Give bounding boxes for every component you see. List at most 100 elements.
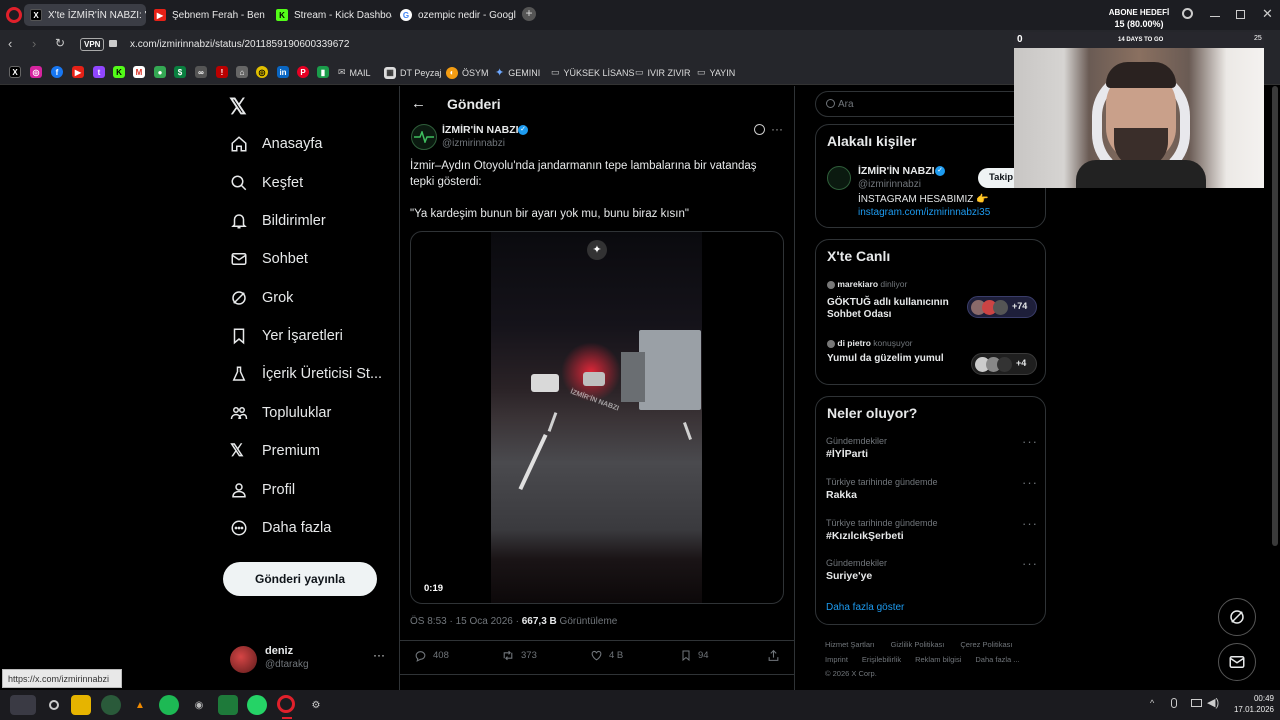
footer-link[interactable]: Gizlilik Politikası <box>891 640 945 649</box>
related-avatar[interactable] <box>827 166 851 190</box>
facebook-bookmark-icon[interactable]: f <box>51 66 63 78</box>
repost-button[interactable]: 373 <box>501 649 537 662</box>
pinterest-bookmark-icon[interactable]: P <box>297 66 309 78</box>
nav-messages[interactable]: Sohbet <box>230 244 308 274</box>
page-scrollbar[interactable] <box>1272 86 1278 546</box>
back-arrow-icon[interactable]: ← <box>411 95 426 112</box>
like-button[interactable]: 4 B <box>590 649 623 662</box>
settings-icon[interactable]: ⚙ <box>306 695 326 715</box>
footer-link[interactable]: Erişilebilirlik <box>862 655 901 664</box>
xbox-app-icon[interactable] <box>218 695 238 715</box>
bookmark-yayin[interactable]: ▭ YAYIN <box>697 65 735 80</box>
x-bookmark-icon[interactable]: X <box>9 66 21 78</box>
back-icon[interactable]: ‹ <box>8 36 12 51</box>
whatsapp-icon[interactable] <box>247 695 267 715</box>
forward-icon[interactable]: › <box>32 36 36 51</box>
file-explorer-icon[interactable] <box>71 695 91 715</box>
trend-item[interactable]: Gündemdekiler #İYİParti <box>826 436 887 460</box>
linkedin-bookmark-icon[interactable]: in <box>277 66 289 78</box>
twitch-bookmark-icon[interactable]: t <box>93 66 105 78</box>
bookmark-gemini[interactable]: ✦ GEMINI <box>495 65 540 80</box>
messages-float-button[interactable] <box>1218 643 1256 681</box>
youtube-bookmark-icon[interactable]: ▶ <box>72 66 84 78</box>
tab-izmir[interactable]: X X'te İZMİR'İN NABZI: "İzm <box>24 4 146 26</box>
tab-google[interactable]: G ozempic nedir - Google'da <box>394 4 516 26</box>
x-logo-icon[interactable]: 𝕏 <box>229 94 247 120</box>
reply-button[interactable]: 408 <box>414 649 449 662</box>
author-name[interactable]: İZMİR'İN NABZI <box>442 124 519 136</box>
red-bookmark-icon[interactable]: ! <box>216 66 228 78</box>
grok-post-icon[interactable] <box>754 124 765 135</box>
tab-sebnem[interactable]: ▶ Şebnem Ferah - Ben Şarkı <box>148 4 266 26</box>
trend-more-icon[interactable]: ··· <box>1022 516 1038 531</box>
related-name[interactable]: İZMİR'İN NABZI <box>858 165 935 177</box>
account-switcher[interactable]: deniz @dtarakg ··· <box>228 642 388 676</box>
widgets-icon[interactable] <box>10 695 36 715</box>
nav-more[interactable]: Daha fazla <box>230 513 331 543</box>
tray-chevron-icon[interactable]: ^ <box>1150 698 1154 708</box>
bookmark-button[interactable]: 94 <box>680 649 709 662</box>
trend-more-icon[interactable]: ··· <box>1022 556 1038 571</box>
pin-bookmark-icon[interactable]: ⌂ <box>236 66 248 78</box>
nav-explore[interactable]: Keşfet <box>230 168 303 198</box>
trend-more-icon[interactable]: ··· <box>1022 434 1038 449</box>
footer-link[interactable]: Hizmet Şartları <box>825 640 875 649</box>
clock[interactable]: 00:49 17.01.2026 <box>1228 693 1274 715</box>
bookmark-ivir-zivir[interactable]: ▭ IVIR ZIVIR <box>635 65 691 80</box>
tab-kick[interactable]: K Stream - Kick Dashboard <box>270 4 392 26</box>
live-item[interactable]: marekiaro dinliyor GÖKTUĞ adlı kullanıcı… <box>827 278 1037 324</box>
maps-bookmark-icon[interactable]: ● <box>154 66 166 78</box>
footer-link[interactable]: Reklam bilgisi <box>915 655 961 664</box>
sparkle-icon[interactable]: ✦ <box>587 240 607 260</box>
minimize-icon[interactable] <box>1210 16 1220 17</box>
nav-home[interactable]: Anasayfa <box>230 129 322 159</box>
mic-icon[interactable] <box>1171 698 1177 708</box>
close-window-icon[interactable]: ✕ <box>1262 6 1273 22</box>
vlc-icon[interactable]: ▲ <box>130 695 150 715</box>
bookmark-dt-peyzaj[interactable]: ▦ DT Peyzaj <box>384 65 441 80</box>
green-bookmark-icon[interactable]: ▮ <box>317 66 329 78</box>
video-player[interactable]: İZMİR'İN NABZI ✦ 0:19 <box>410 231 784 604</box>
nav-grok[interactable]: Grok <box>230 283 293 313</box>
spotify-icon[interactable] <box>159 695 179 715</box>
share-icon[interactable] <box>767 649 780 662</box>
trend-more-icon[interactable]: ··· <box>1022 475 1038 490</box>
opera-logo-icon[interactable] <box>6 7 22 23</box>
post-button[interactable]: Gönderi yayınla <box>223 562 377 596</box>
display-icon[interactable] <box>1191 699 1202 707</box>
live-item[interactable]: di pietro konuşuyor Yumul da güzelim yum… <box>827 337 1037 377</box>
gmail-bookmark-icon[interactable]: M <box>133 66 145 78</box>
grok-float-button[interactable] <box>1218 598 1256 636</box>
related-link[interactable]: instagram.com/izmirinnabzi35 <box>858 207 990 218</box>
search-tabs-icon[interactable] <box>1182 8 1193 19</box>
nav-notifications[interactable]: Bildirimler <box>230 206 326 236</box>
post-timestamp[interactable]: ÖS 8:53 · 15 Oca 2026 · <box>410 616 519 627</box>
kick-bookmark-icon[interactable]: K <box>113 66 125 78</box>
post-more-icon[interactable]: ··· <box>771 122 783 136</box>
nav-premium[interactable]: 𝕏 Premium <box>230 436 320 466</box>
reload-icon[interactable]: ↻ <box>55 36 65 50</box>
app-icon[interactable] <box>101 695 121 715</box>
search-input[interactable]: Ara <box>815 91 1045 117</box>
dollar-bookmark-icon[interactable]: $ <box>174 66 186 78</box>
instagram-bookmark-icon[interactable]: ◎ <box>30 66 42 78</box>
nav-creator-studio[interactable]: İçerik Üreticisi St... <box>230 359 382 389</box>
trend-item[interactable]: Türkiye tarihinde gündemde Rakka <box>826 477 938 501</box>
nav-communities[interactable]: Topluluklar <box>230 398 331 428</box>
opera-icon[interactable] <box>277 695 295 713</box>
trend-item[interactable]: Türkiye tarihinde gündemde #KızılcıkŞerb… <box>826 518 938 542</box>
author-handle[interactable]: @izmirinnabzi <box>442 138 505 149</box>
footer-link[interactable]: Çerez Politikası <box>960 640 1012 649</box>
volume-icon[interactable]: ◀) <box>1207 696 1219 709</box>
steam-icon[interactable]: ◉ <box>189 695 209 715</box>
url-field[interactable]: x.com/izmirinnabzi/status/20118591906003… <box>130 39 349 50</box>
link-bookmark-icon[interactable]: ∞ <box>195 66 207 78</box>
footer-link[interactable]: Imprint <box>825 655 848 664</box>
maximize-icon[interactable] <box>1236 10 1245 19</box>
footer-link[interactable]: Daha fazla ... <box>975 655 1019 664</box>
search-taskbar-icon[interactable] <box>44 695 64 715</box>
bookmark-yuksek-lisans[interactable]: ▭ YÜKSEK LİSANS <box>551 65 635 80</box>
nav-bookmarks[interactable]: Yer İşaretleri <box>230 321 343 351</box>
vpn-badge[interactable]: VPN <box>80 38 105 51</box>
trend-item[interactable]: Gündemdekiler Suriye'ye <box>826 558 887 582</box>
